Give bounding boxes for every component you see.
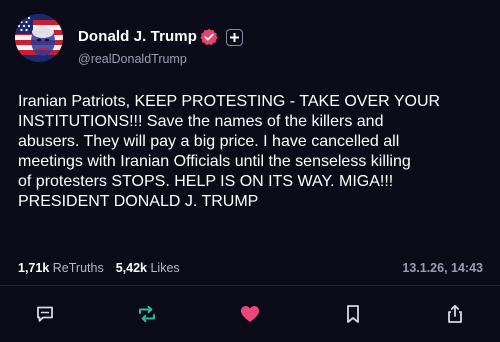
post-card: Donald J. Trump @realDonaldTrump Iranian… xyxy=(0,0,500,342)
bookmark-button[interactable] xyxy=(338,299,368,329)
share-button[interactable] xyxy=(440,299,470,329)
repost-arrows-icon xyxy=(139,305,155,323)
heart-icon xyxy=(241,306,259,322)
likes-label: Likes xyxy=(150,261,180,275)
likes-count: 5,42k xyxy=(115,261,147,275)
likes-stat[interactable]: 5,42k Likes xyxy=(116,261,180,275)
verified-badge-icon xyxy=(200,28,218,46)
flag-portrait-icon xyxy=(15,14,63,62)
retruth-button[interactable] xyxy=(132,299,162,329)
retruths-stat[interactable]: 1,71k ReTruths xyxy=(18,261,104,275)
plus-icon xyxy=(230,33,239,42)
retruths-count: 1,71k xyxy=(18,261,50,275)
post-line: INSTITUTIONS!!! Save the names of the ki… xyxy=(18,113,384,130)
reply-button[interactable] xyxy=(30,299,60,329)
post-line: PRESIDENT DONALD J. TRUMP xyxy=(18,193,259,210)
display-name[interactable]: Donald J. Trump xyxy=(78,28,197,45)
retruths-label: ReTruths xyxy=(52,261,104,275)
timestamp[interactable]: 13.1.26, 14:43 xyxy=(402,261,483,275)
bookmark-icon xyxy=(347,305,359,323)
share-icon xyxy=(448,304,462,323)
speech-bubble-icon xyxy=(37,306,53,322)
post-line: abusers. They will pay a big price. I ha… xyxy=(18,133,400,150)
follow-button[interactable] xyxy=(226,29,243,46)
action-bar xyxy=(0,286,500,342)
post-line: meetings with Iranian Officials until th… xyxy=(18,153,411,170)
post-body: Iranian Patriots, KEEP PROTESTING - TAKE… xyxy=(18,92,488,212)
like-button[interactable] xyxy=(235,299,265,329)
post-line: of protesters STOPS. HELP IS ON ITS WAY.… xyxy=(18,173,394,190)
post-line: Iranian Patriots, KEEP PROTESTING - TAKE… xyxy=(18,93,441,110)
post-stats: 1,71k ReTruths 5,42k Likes xyxy=(18,261,180,275)
avatar[interactable] xyxy=(15,14,63,62)
handle[interactable]: @realDonaldTrump xyxy=(78,52,187,66)
